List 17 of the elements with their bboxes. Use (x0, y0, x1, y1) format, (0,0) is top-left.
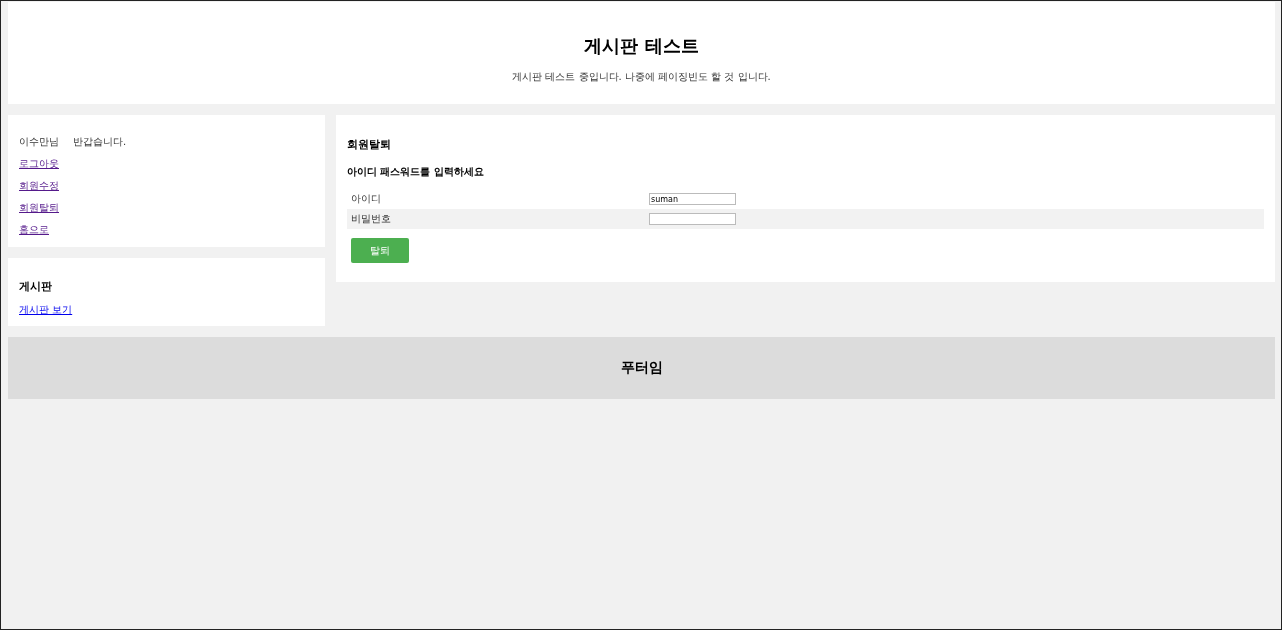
field-label: 아이디 (351, 192, 382, 206)
page-subtitle: 게시판 테스트 중입니다. 나중에 페이징빈도 할 것 입니다. (511, 70, 772, 84)
page-title: 게시판 테스트 (583, 34, 700, 58)
nav-link[interactable]: 회원수정 (19, 179, 59, 193)
user-name: 이수만님 (19, 135, 59, 149)
nav-link[interactable]: 게시판 보기 (19, 303, 73, 317)
greeting-text: 반갑습니다. (73, 135, 127, 149)
footer-title: 푸터임 (620, 359, 663, 377)
field-label: 비밀번호 (351, 212, 392, 226)
form-title: 회원탈퇴 (347, 137, 392, 152)
section-title: 게시판 (19, 279, 53, 294)
nav-link[interactable]: 로그아웃 (19, 157, 59, 171)
text-field[interactable]: suman (649, 193, 736, 205)
password-field[interactable] (649, 213, 736, 225)
nav-link[interactable]: 홈으로 (19, 223, 49, 237)
form-instruction: 아이디 패스워드를 입력하세요 (347, 165, 485, 179)
nav-link[interactable]: 회원탈퇴 (19, 201, 59, 215)
